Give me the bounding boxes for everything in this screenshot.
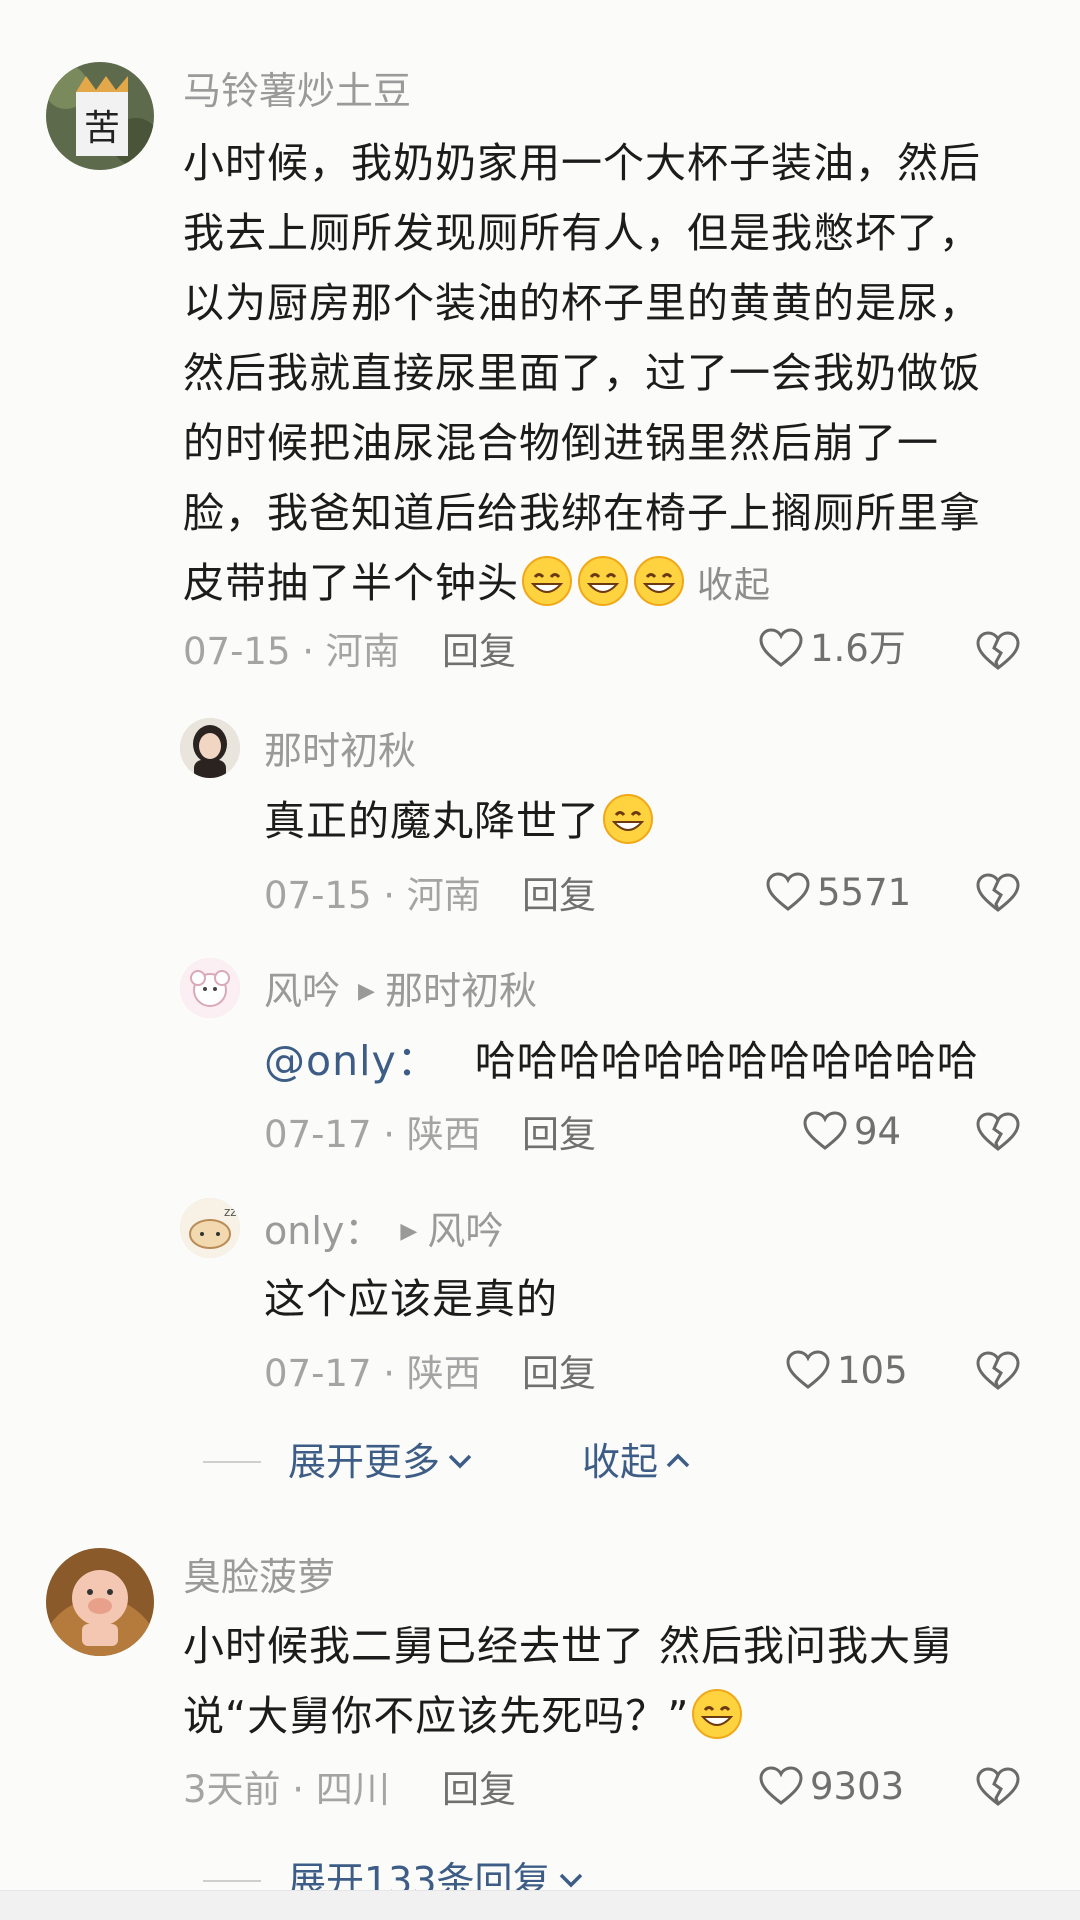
username[interactable]: 马铃薯炒土豆 — [183, 72, 411, 110]
comment-line: 我去上厕所发现厕所有人，但是我憋坏了， — [183, 209, 981, 257]
avatar[interactable] — [180, 718, 240, 778]
username-row: only： ▶ 风吟 — [264, 1212, 503, 1250]
svg-text:zz: zz — [224, 1205, 237, 1219]
comment-1: 苦 马铃薯炒土豆 小时候，我奶奶家用一个大杯子装油，然后 我去上厕所发现厕所有人… — [0, 0, 1080, 670]
like-button[interactable]: 105 — [785, 1349, 908, 1391]
avatar[interactable] — [46, 1548, 154, 1656]
comment-line-text: 说“大舅你不应该先死吗？” — [183, 1692, 690, 1740]
avatar[interactable] — [180, 958, 240, 1018]
like-count: 1.6万 — [810, 626, 906, 670]
chevron-up-icon — [666, 1453, 690, 1468]
username[interactable]: 那时初秋 — [264, 732, 416, 770]
reply-arrow-icon: ▶ — [358, 979, 375, 1004]
grin-emoji — [692, 1689, 743, 1739]
broken-heart-icon[interactable] — [975, 1111, 1021, 1153]
bottom-input-bar[interactable] — [0, 1890, 1080, 1920]
comment-text: 小时候，我奶奶家用一个大杯子装油，然后 我去上厕所发现厕所有人，但是我憋坏了， … — [183, 128, 981, 621]
comment-text: 小时候我二舅已经去世了 然后我问我大舅 说“大舅你不应该先死吗？” — [183, 1611, 953, 1751]
mention-link[interactable]: @only： — [264, 1037, 439, 1085]
comment-line: 真正的魔丸降世了 — [264, 786, 656, 856]
date-location: 07-15 · 河南 — [183, 630, 400, 673]
like-button[interactable]: 94 — [802, 1110, 901, 1152]
heart-icon — [766, 872, 810, 911]
username-row: 风吟 ▶ 那时初秋 — [264, 972, 537, 1010]
comment-line: 小时候，我奶奶家用一个大杯子装油，然后 — [183, 139, 981, 187]
comment-line-text: 哈哈哈哈哈哈哈哈哈哈哈哈 — [474, 1037, 979, 1085]
avatar[interactable]: zz — [180, 1198, 240, 1258]
heart-icon — [759, 1766, 803, 1805]
comment-line: 然后我就直接尿里面了，过了一会我奶做饭 — [183, 349, 981, 397]
username[interactable]: only： — [264, 1209, 382, 1253]
grin-emoji — [634, 556, 684, 606]
comment-line: 这个应该是真的 — [264, 1275, 558, 1323]
date-location: 07-17 · 陕西 — [264, 1113, 481, 1156]
comment-line-last: 皮带抽了半个钟头 收起 — [183, 548, 981, 621]
date-location: 3天前 · 四川 — [183, 1768, 390, 1811]
reply-button[interactable]: 回复 — [442, 1771, 516, 1808]
comment-line-text: 真正的魔丸降世了 — [264, 797, 600, 845]
date-location: 07-15 · 河南 — [264, 874, 481, 917]
collapse-button[interactable]: 收起 — [582, 1443, 692, 1481]
comment-line: 脸，我爸知道后给我绑在椅子上搁厕所里拿 — [183, 489, 981, 537]
comment-line-text: 皮带抽了半个钟头 — [183, 559, 519, 607]
divider-dash — [203, 1461, 261, 1463]
like-button[interactable]: 9303 — [758, 1765, 904, 1807]
like-count: 105 — [837, 1348, 908, 1392]
comment-line: 以为厨房那个装油的杯子里的黄黄的是尿， — [183, 279, 981, 327]
heart-icon — [759, 628, 803, 667]
collapse-text-button[interactable]: 收起 — [697, 565, 771, 606]
date-location: 07-17 · 陕西 — [264, 1352, 481, 1395]
comment-line: 的时候把油尿混合物倒进锅里然后崩了一 — [183, 419, 939, 467]
username[interactable]: 臭脸菠萝 — [183, 1558, 335, 1596]
grin-emoji — [603, 794, 653, 844]
comment-text: 这个应该是真的 — [264, 1264, 558, 1334]
broken-heart-icon[interactable] — [975, 630, 1021, 672]
like-count: 9303 — [810, 1764, 905, 1808]
reply-button[interactable]: 回复 — [522, 877, 596, 914]
comment-page: 苦 马铃薯炒土豆 小时候，我奶奶家用一个大杯子装油，然后 我去上厕所发现厕所有人… — [0, 0, 1080, 1920]
heart-icon — [786, 1350, 830, 1389]
reply-button[interactable]: 回复 — [442, 633, 516, 670]
like-button[interactable]: 5571 — [765, 871, 911, 913]
reply-target[interactable]: 那时初秋 — [385, 969, 537, 1013]
heart-icon — [803, 1111, 847, 1150]
broken-heart-icon[interactable] — [975, 1766, 1021, 1808]
expand-more-button[interactable]: 展开更多 — [288, 1443, 474, 1481]
broken-heart-icon[interactable] — [975, 872, 1021, 914]
username[interactable]: 风吟 — [264, 969, 340, 1013]
like-count: 94 — [854, 1109, 902, 1153]
collapse-label: 收起 — [582, 1440, 659, 1484]
comment-line: 小时候我二舅已经去世了 然后我问我大舅 — [183, 1622, 954, 1670]
reply-button[interactable]: 回复 — [522, 1355, 596, 1392]
comment-line-last: 说“大舅你不应该先死吗？” — [183, 1681, 953, 1751]
reply-target[interactable]: 风吟 — [427, 1209, 503, 1253]
grin-emoji — [522, 556, 572, 606]
avatar[interactable]: 苦 — [46, 62, 154, 170]
comment-text: @only： 哈哈哈哈哈哈哈哈哈哈哈哈 — [264, 1026, 979, 1096]
comment-text: 真正的魔丸降世了 — [264, 786, 656, 856]
reply-arrow-icon: ▶ — [400, 1219, 418, 1244]
chevron-down-icon — [448, 1454, 472, 1469]
like-button[interactable]: 1.6万 — [758, 627, 906, 669]
expand-more-label: 展开更多 — [288, 1440, 441, 1484]
svg-text:苦: 苦 — [84, 108, 120, 149]
reply-button[interactable]: 回复 — [522, 1116, 596, 1153]
divider-dash — [203, 1880, 261, 1882]
comment-line: @only： 哈哈哈哈哈哈哈哈哈哈哈哈 — [264, 1026, 979, 1096]
like-count: 5571 — [817, 870, 912, 914]
chevron-down-icon — [559, 1873, 582, 1888]
grin-emoji — [578, 556, 628, 606]
broken-heart-icon[interactable] — [975, 1350, 1021, 1392]
